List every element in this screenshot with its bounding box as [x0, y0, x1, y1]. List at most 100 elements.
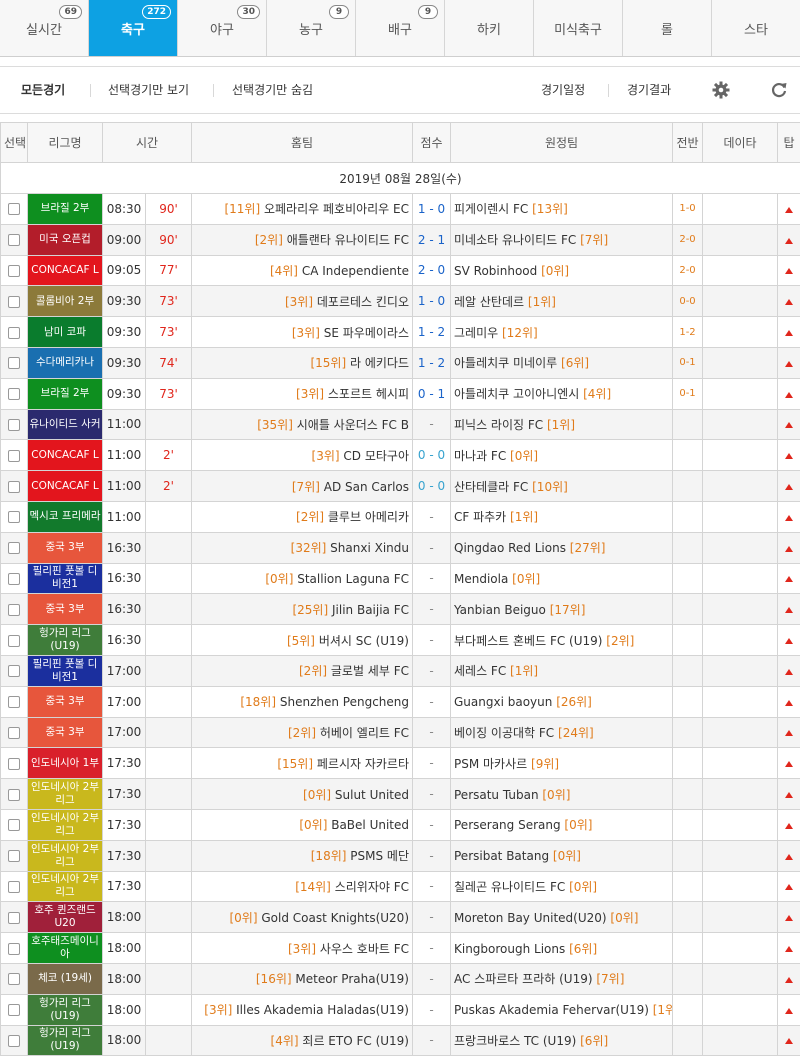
away-team-name[interactable]: 산타테클라 FC: [454, 480, 528, 494]
home-team-name[interactable]: 스포르트 헤시피: [328, 387, 409, 401]
league-name[interactable]: 수다메리카나: [27, 346, 103, 379]
away-team-name[interactable]: 레알 산탄데르: [454, 295, 524, 309]
home-team-name[interactable]: 시애틀 사운더스 FC B: [297, 418, 409, 432]
top-cell[interactable]: [777, 962, 800, 995]
away-team-name[interactable]: CF 파추카: [454, 510, 506, 524]
league-name[interactable]: 필리핀 풋볼 디비전1: [27, 654, 103, 687]
home-team-name[interactable]: 스리위자야 FC: [335, 880, 409, 894]
home-team-name[interactable]: PSMS 메단: [350, 849, 409, 863]
league-name[interactable]: 중국 3부: [27, 685, 103, 718]
refresh-icon[interactable]: [769, 80, 789, 100]
league-name[interactable]: 중국 3부: [27, 593, 103, 626]
away-team-name[interactable]: 칠레곤 유나이티드 FC: [454, 880, 565, 894]
select-checkbox[interactable]: [8, 234, 20, 247]
select-checkbox[interactable]: [8, 942, 20, 955]
schedule-button[interactable]: 경기일정: [541, 67, 585, 113]
away-team-name[interactable]: 세레스 FC: [454, 664, 506, 678]
home-team-name[interactable]: Jilin Baijia FC: [332, 603, 409, 617]
away-team-name[interactable]: Puskas Akademia Fehervar(U19): [454, 1003, 649, 1017]
league-name[interactable]: 유나이티드 사커: [27, 408, 103, 441]
select-checkbox[interactable]: [8, 603, 20, 616]
home-team-name[interactable]: 오페라리우 페호비아리우 EC: [264, 202, 409, 216]
data-cell[interactable]: [702, 747, 778, 780]
home-team-name[interactable]: 사우스 호바트 FC: [320, 942, 409, 956]
data-cell[interactable]: [702, 624, 778, 656]
league-name[interactable]: 남미 코파: [27, 316, 103, 348]
league-name[interactable]: 필리핀 풋볼 디비전1: [27, 562, 103, 595]
top-cell[interactable]: [777, 747, 800, 780]
away-team-name[interactable]: Mendiola: [454, 572, 508, 586]
select-checkbox[interactable]: [8, 819, 20, 832]
select-checkbox[interactable]: [8, 1034, 20, 1047]
league-name[interactable]: 콜롬비아 2부: [27, 285, 103, 318]
tab-4[interactable]: 배구 9: [356, 0, 445, 56]
away-team-name[interactable]: 부다페스트 혼베드 FC (U19): [454, 634, 602, 648]
select-checkbox[interactable]: [8, 326, 20, 339]
select-checkbox[interactable]: [8, 665, 20, 678]
show-selected-button[interactable]: 선택경기만 보기: [108, 67, 189, 113]
top-cell[interactable]: [777, 624, 800, 656]
data-cell[interactable]: [702, 223, 778, 256]
select-checkbox[interactable]: [8, 295, 20, 308]
select-checkbox[interactable]: [8, 788, 20, 801]
data-cell[interactable]: [702, 377, 778, 410]
gear-icon[interactable]: [711, 80, 731, 100]
league-name[interactable]: CONCACAF L: [27, 254, 103, 287]
data-cell[interactable]: [702, 870, 778, 903]
tab-6[interactable]: 미식축구: [534, 0, 623, 56]
away-team-name[interactable]: 피게이렌시 FC: [454, 202, 528, 216]
home-team-name[interactable]: Shanxi Xindu: [330, 541, 409, 555]
away-team-name[interactable]: Kingborough Lions: [454, 942, 565, 956]
top-cell[interactable]: [777, 346, 800, 379]
away-team-name[interactable]: 그레미우: [454, 326, 498, 340]
top-cell[interactable]: [777, 500, 800, 533]
home-team-name[interactable]: Illes Akademia Haladas(U19): [236, 1003, 409, 1017]
top-cell[interactable]: [777, 223, 800, 256]
away-team-name[interactable]: AC 스파르타 프라하 (U19): [454, 972, 593, 986]
select-checkbox[interactable]: [8, 449, 20, 462]
home-team-name[interactable]: CD 모타구아: [343, 449, 409, 463]
select-checkbox[interactable]: [8, 357, 20, 370]
away-team-name[interactable]: Qingdao Red Lions: [454, 541, 566, 555]
data-cell[interactable]: [702, 993, 778, 1026]
away-team-name[interactable]: 베이징 이공대학 FC: [454, 726, 554, 740]
away-team-name[interactable]: Perserang Serang: [454, 818, 561, 832]
select-checkbox[interactable]: [8, 850, 20, 863]
top-cell[interactable]: [777, 377, 800, 410]
data-cell[interactable]: [702, 685, 778, 718]
home-team-name[interactable]: 애틀랜타 유나이티드 FC: [287, 233, 409, 247]
league-name[interactable]: 인도네시아 1부: [27, 747, 103, 780]
select-checkbox[interactable]: [8, 542, 20, 555]
home-team-name[interactable]: 글로벌 세부 FC: [331, 664, 409, 678]
select-checkbox[interactable]: [8, 1004, 20, 1017]
data-cell[interactable]: [702, 470, 778, 502]
home-team-name[interactable]: Shenzhen Pengcheng: [280, 695, 409, 709]
top-cell[interactable]: [777, 901, 800, 934]
top-cell[interactable]: [777, 531, 800, 564]
away-team-name[interactable]: PSM 마카사르: [454, 757, 527, 771]
select-checkbox[interactable]: [8, 973, 20, 986]
top-cell[interactable]: [777, 654, 800, 687]
league-name[interactable]: 체코 (19세): [27, 962, 103, 995]
data-cell[interactable]: [702, 193, 778, 225]
top-cell[interactable]: [777, 593, 800, 626]
data-cell[interactable]: [702, 593, 778, 626]
top-cell[interactable]: [777, 932, 800, 964]
data-cell[interactable]: [702, 962, 778, 995]
home-team-name[interactable]: 버셔시 SC (U19): [319, 634, 409, 648]
tab-2[interactable]: 야구 30: [178, 0, 267, 56]
data-cell[interactable]: [702, 839, 778, 872]
tab-8[interactable]: 스타: [712, 0, 800, 56]
data-cell[interactable]: [702, 716, 778, 749]
top-cell[interactable]: [777, 778, 800, 810]
top-cell[interactable]: [777, 562, 800, 595]
select-checkbox[interactable]: [8, 911, 20, 924]
home-team-name[interactable]: Meteor Praha(U19): [295, 972, 409, 986]
results-button[interactable]: 경기결과: [627, 67, 671, 113]
home-team-name[interactable]: Stallion Laguna FC: [297, 572, 409, 586]
league-name[interactable]: 브라질 2부: [27, 377, 103, 410]
top-cell[interactable]: [777, 193, 800, 225]
league-name[interactable]: CONCACAF L: [27, 470, 103, 502]
all-games-button[interactable]: 모든경기: [21, 67, 65, 113]
top-cell[interactable]: [777, 839, 800, 872]
